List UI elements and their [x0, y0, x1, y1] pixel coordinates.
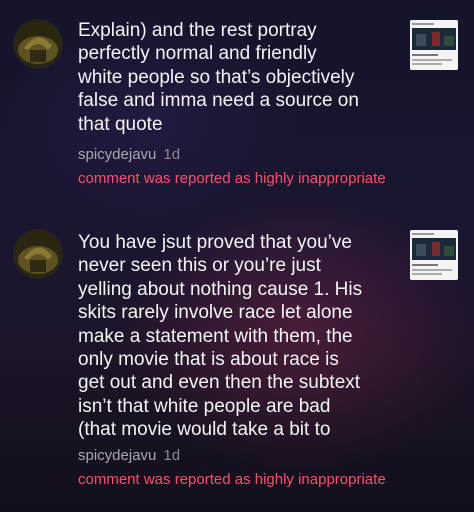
- report-notice: comment was reported as highly inappropr…: [78, 471, 386, 488]
- comment-text: You have jsut proved that you’ve never s…: [78, 232, 363, 441]
- comment-meta: spicydejavu 1d: [78, 447, 180, 464]
- post-thumbnail[interactable]: [410, 230, 458, 280]
- comment-item: You have jsut proved that you’ve never s…: [0, 0, 474, 512]
- avatar[interactable]: [14, 230, 62, 278]
- username-link[interactable]: spicydejavu: [78, 447, 156, 464]
- timestamp: 1d: [163, 447, 181, 464]
